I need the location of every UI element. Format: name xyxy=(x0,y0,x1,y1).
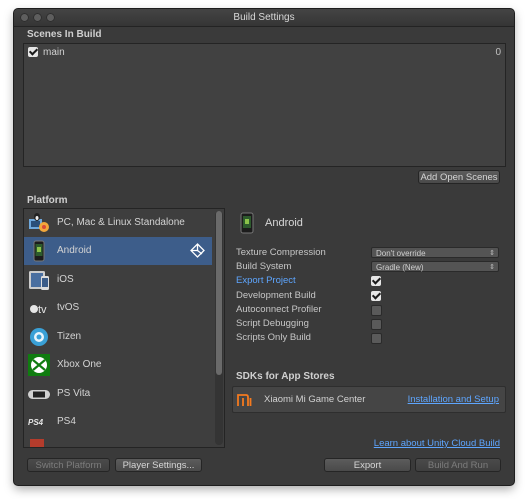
android-phone-icon xyxy=(28,240,50,262)
scrollbar-thumb[interactable] xyxy=(216,211,222,375)
script-debugging-checkbox[interactable] xyxy=(371,319,382,330)
dropdown-value: Gradle (New) xyxy=(376,263,424,272)
development-build-checkbox[interactable] xyxy=(371,291,381,301)
title-bar: Build Settings xyxy=(14,9,514,27)
autoconnect-profiler-checkbox[interactable] xyxy=(371,305,382,316)
autoconnect-profiler-label: Autoconnect Profiler xyxy=(236,304,322,315)
platform-item-tvos[interactable]: tv tvOS xyxy=(24,294,212,322)
tizen-icon xyxy=(28,326,50,348)
platform-label: PS Vita xyxy=(57,388,91,399)
build-settings-window: Build Settings Scenes In Build main 0 Ad… xyxy=(14,9,514,485)
ios-device-icon xyxy=(28,269,50,291)
unity-logo-icon xyxy=(190,243,205,258)
platform-item-ios[interactable]: iOS xyxy=(24,266,212,294)
platform-item-xbox-one[interactable]: Xbox One xyxy=(24,351,212,379)
scene-row[interactable]: main 0 xyxy=(27,46,501,59)
scripts-only-build-checkbox[interactable] xyxy=(371,333,382,344)
development-build-label: Development Build xyxy=(236,290,316,301)
ps-vita-icon xyxy=(28,383,50,405)
dropdown-arrow-icon: ⇕ xyxy=(489,250,495,257)
platform-label: Tizen xyxy=(57,331,82,342)
platform-label: PC, Mac & Linux Standalone xyxy=(57,217,185,228)
platform-label: Xbox One xyxy=(57,359,102,370)
platform-header: Platform xyxy=(27,195,68,206)
platform-list[interactable]: PC, Mac & Linux Standalone Android iOS t… xyxy=(23,208,225,448)
scenes-in-build-header: Scenes In Build xyxy=(27,29,102,40)
scene-name: main xyxy=(43,47,65,58)
export-button[interactable]: Export xyxy=(324,458,411,472)
dropdown-value: Don't override xyxy=(376,249,426,258)
export-project-label: Export Project xyxy=(236,275,296,286)
android-phone-icon xyxy=(240,212,254,234)
scene-include-checkbox[interactable] xyxy=(28,47,38,57)
script-debugging-label: Script Debugging xyxy=(236,318,309,329)
build-system-label: Build System xyxy=(236,261,292,272)
next-platform-icon xyxy=(30,439,44,447)
add-open-scenes-button[interactable]: Add Open Scenes xyxy=(418,170,500,184)
scripts-only-build-label: Scripts Only Build xyxy=(236,332,311,343)
xbox-icon xyxy=(28,354,50,376)
texture-compression-label: Texture Compression xyxy=(236,247,326,258)
cloud-build-link[interactable]: Learn about Unity Cloud Build xyxy=(374,438,500,449)
platform-item-android[interactable]: Android xyxy=(24,237,212,265)
platform-item-tizen[interactable]: Tizen xyxy=(24,323,212,351)
platform-title: Android xyxy=(265,217,303,229)
platform-item-ps-vita[interactable]: PS Vita xyxy=(24,380,212,408)
scenes-list[interactable]: main 0 xyxy=(23,43,506,167)
platform-item-ps4[interactable]: PS4 PS4 xyxy=(24,408,212,436)
ps4-icon: PS4 xyxy=(28,411,50,433)
scene-index: 0 xyxy=(495,47,501,58)
svg-text:PS4: PS4 xyxy=(28,418,44,427)
svg-text:tv: tv xyxy=(38,304,47,316)
switch-platform-button[interactable]: Switch Platform xyxy=(27,458,110,472)
build-system-dropdown[interactable]: Gradle (New) ⇕ xyxy=(371,261,499,272)
platform-label: PS4 xyxy=(57,416,76,427)
platform-scrollbar[interactable] xyxy=(215,211,223,445)
unity-standalone-icon xyxy=(28,212,50,234)
texture-compression-dropdown[interactable]: Don't override ⇕ xyxy=(371,247,499,258)
platform-label: Android xyxy=(57,245,92,256)
platform-item-standalone[interactable]: PC, Mac & Linux Standalone xyxy=(24,209,212,237)
player-settings-button[interactable]: Player Settings... xyxy=(115,458,202,472)
platform-label: tvOS xyxy=(57,302,80,313)
installation-setup-link[interactable]: Installation and Setup xyxy=(408,394,499,405)
appletv-icon: tv xyxy=(28,297,50,319)
build-and-run-button[interactable]: Build And Run xyxy=(415,458,501,472)
export-project-checkbox[interactable] xyxy=(371,276,381,286)
platform-label: iOS xyxy=(57,274,74,285)
mi-logo-icon xyxy=(237,392,253,408)
sdks-header: SDKs for App Stores xyxy=(236,371,335,382)
sdk-name: Xiaomi Mi Game Center xyxy=(264,394,366,405)
sdk-item-xiaomi: Xiaomi Mi Game Center Installation and S… xyxy=(232,386,506,413)
dropdown-arrow-icon: ⇕ xyxy=(489,264,495,271)
window-title: Build Settings xyxy=(233,12,295,23)
